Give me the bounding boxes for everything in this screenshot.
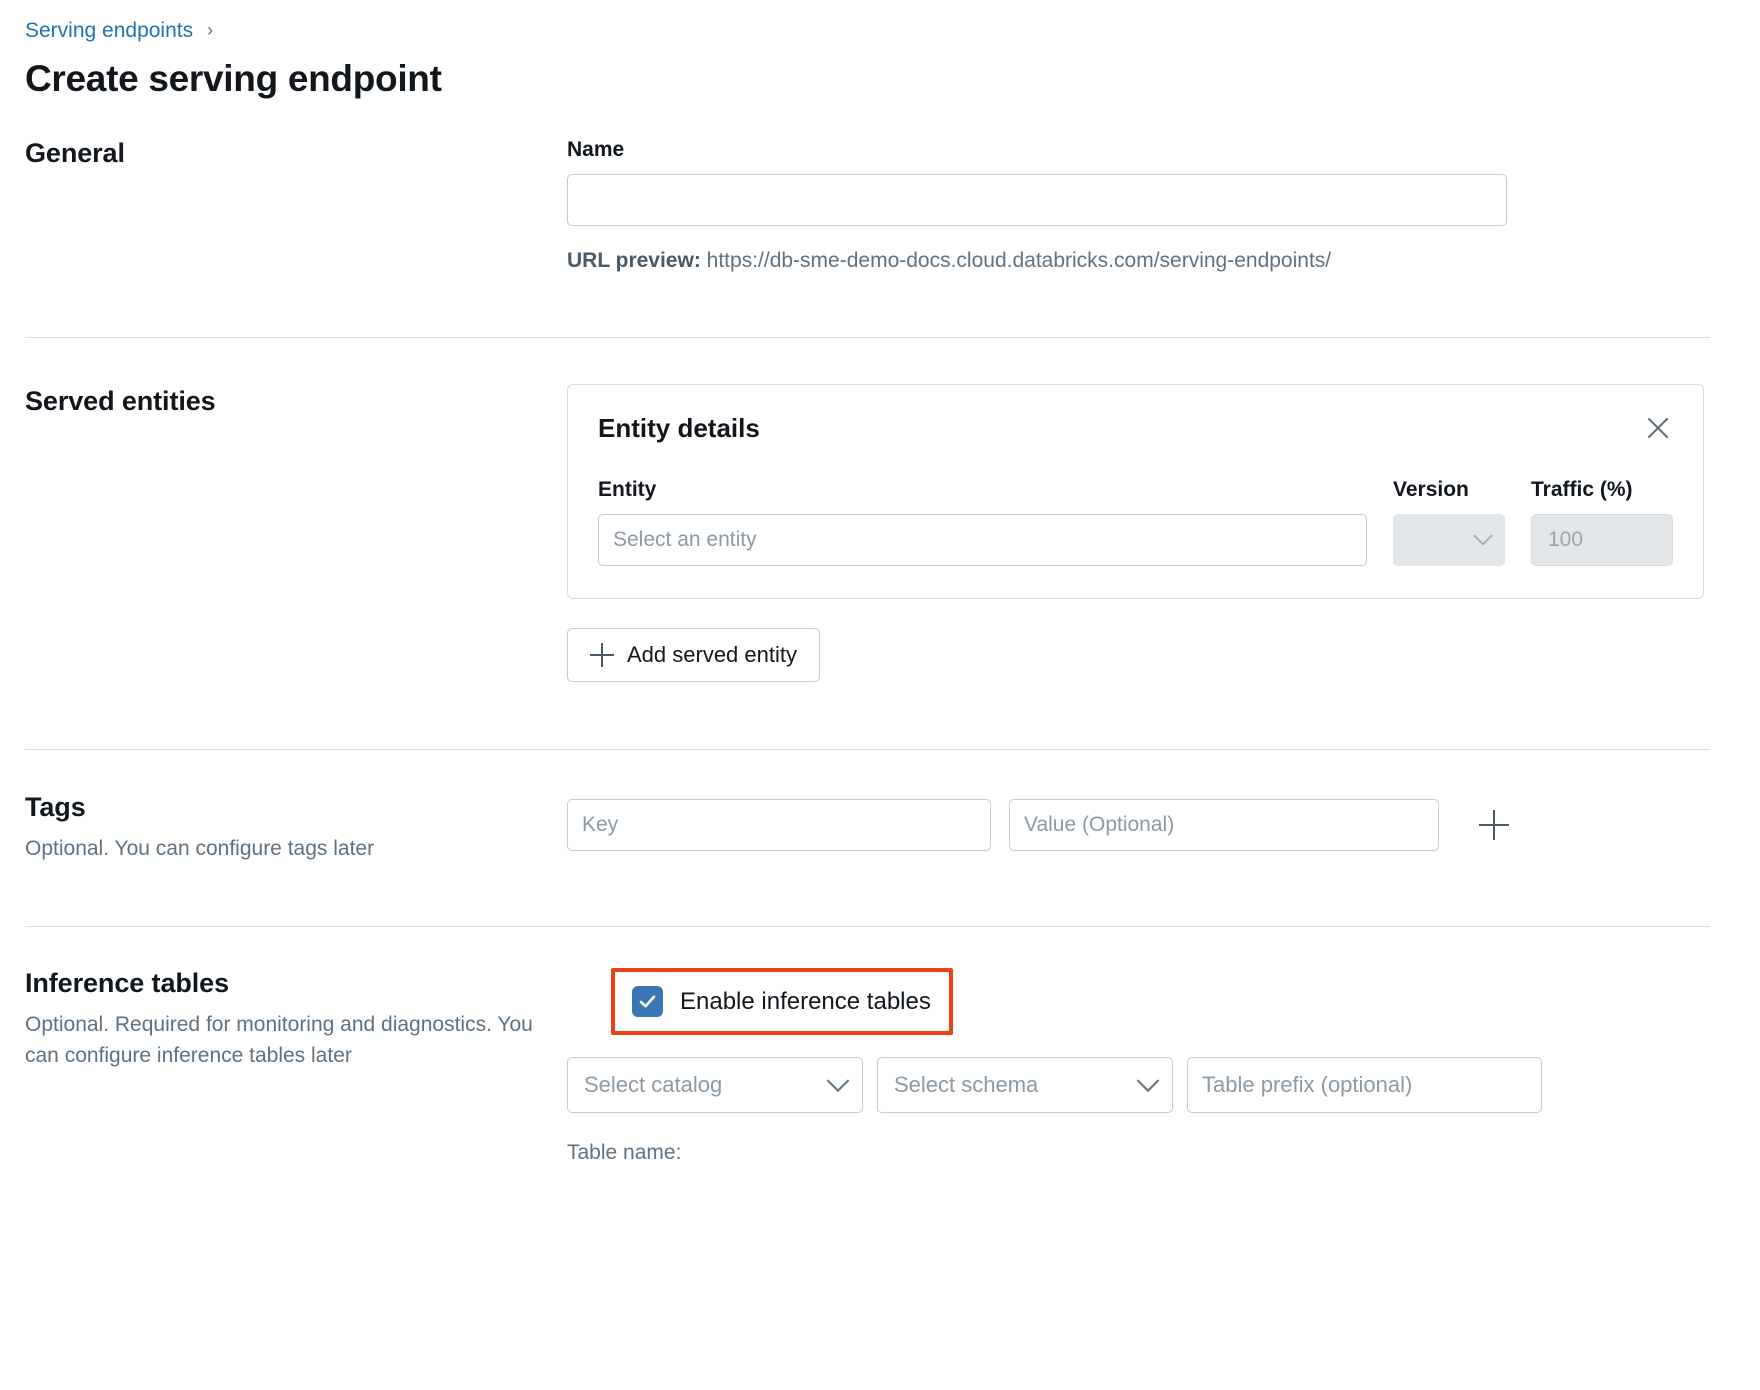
url-preview-value: https://db-sme-demo-docs.cloud.databrick… (706, 249, 1332, 272)
section-general-content: Name URL preview: https://db-sme-demo-do… (567, 138, 1507, 273)
name-field-label: Name (567, 138, 625, 161)
traffic-column-header: Traffic (%) (1531, 478, 1633, 501)
close-icon[interactable] (1643, 413, 1673, 443)
chevron-down-icon (1473, 525, 1493, 546)
catalog-select[interactable]: Select catalog (567, 1057, 863, 1113)
add-served-entity-button[interactable]: Add served entity (567, 628, 820, 682)
schema-select-value: Select schema (894, 1072, 1039, 1097)
version-column: Version (1393, 478, 1505, 566)
chevron-down-icon (1136, 1069, 1160, 1093)
traffic-column: Traffic (%) 100 (1531, 478, 1673, 566)
entity-column-header: Entity (598, 478, 657, 501)
section-inference-tables-label: Inference tables Optional. Required for … (25, 968, 545, 1071)
enable-inference-tables-checkbox[interactable] (632, 986, 663, 1017)
table-name-label: Table name: (567, 1141, 682, 1164)
plus-icon (590, 643, 614, 667)
section-inference-tables-subtitle: Optional. Required for monitoring and di… (25, 1013, 533, 1068)
enable-inference-tables-highlight: Enable inference tables (611, 968, 953, 1035)
entity-details-grid: Entity Version Traffic (%) 100 (598, 478, 1673, 566)
section-general-label: General (25, 138, 545, 169)
url-preview: URL preview: https://db-sme-demo-docs.cl… (567, 248, 1507, 273)
add-served-entity-label: Add served entity (627, 642, 797, 667)
traffic-input[interactable]: 100 (1531, 514, 1673, 566)
section-tags-subtitle: Optional. You can configure tags later (25, 837, 375, 861)
section-tags-title: Tags (25, 792, 86, 822)
enable-inference-tables-label: Enable inference tables (680, 987, 931, 1015)
tag-row (567, 799, 1710, 851)
chevron-right-icon: › (207, 19, 214, 40)
divider-served-entities (25, 749, 1710, 750)
add-tag-button[interactable] (1477, 808, 1511, 842)
schema-select[interactable]: Select schema (877, 1057, 1173, 1113)
breadcrumb-link-serving-endpoints[interactable]: Serving endpoints (25, 20, 193, 41)
section-tags-content (567, 799, 1710, 851)
tag-value-input[interactable] (1009, 799, 1439, 851)
section-served-entities-label: Served entities (25, 386, 545, 417)
table-prefix-input[interactable] (1187, 1057, 1542, 1113)
page-title: Create serving endpoint (25, 58, 442, 99)
section-served-entities-title: Served entities (25, 386, 216, 416)
catalog-select-value: Select catalog (584, 1072, 723, 1097)
section-inference-tables-content: Enable inference tables Select catalog S… (567, 968, 1710, 1165)
entity-details-header: Entity details (598, 413, 1673, 444)
tag-key-input[interactable] (567, 799, 991, 851)
divider-tags (25, 926, 1710, 927)
name-input[interactable] (567, 174, 1507, 226)
entity-details-title: Entity details (598, 413, 760, 443)
url-preview-label: URL preview: (567, 249, 701, 272)
version-column-header: Version (1393, 478, 1469, 501)
section-tags-label: Tags Optional. You can configure tags la… (25, 792, 545, 864)
chevron-down-icon (826, 1069, 850, 1093)
entity-details-card: Entity details Entity Version (567, 384, 1704, 599)
version-select[interactable] (1393, 514, 1505, 566)
breadcrumb: Serving endpoints › (25, 20, 213, 41)
entity-column: Entity (598, 478, 1367, 566)
section-general-title: General (25, 138, 125, 168)
divider-general (25, 337, 1710, 338)
inference-tables-selectors: Select catalog Select schema (567, 1057, 1710, 1113)
section-inference-tables-title: Inference tables (25, 968, 229, 998)
entity-select-input[interactable] (598, 514, 1367, 566)
section-served-entities-content: Entity details Entity Version (567, 384, 1704, 682)
add-served-entity-row: Add served entity (567, 628, 1704, 682)
